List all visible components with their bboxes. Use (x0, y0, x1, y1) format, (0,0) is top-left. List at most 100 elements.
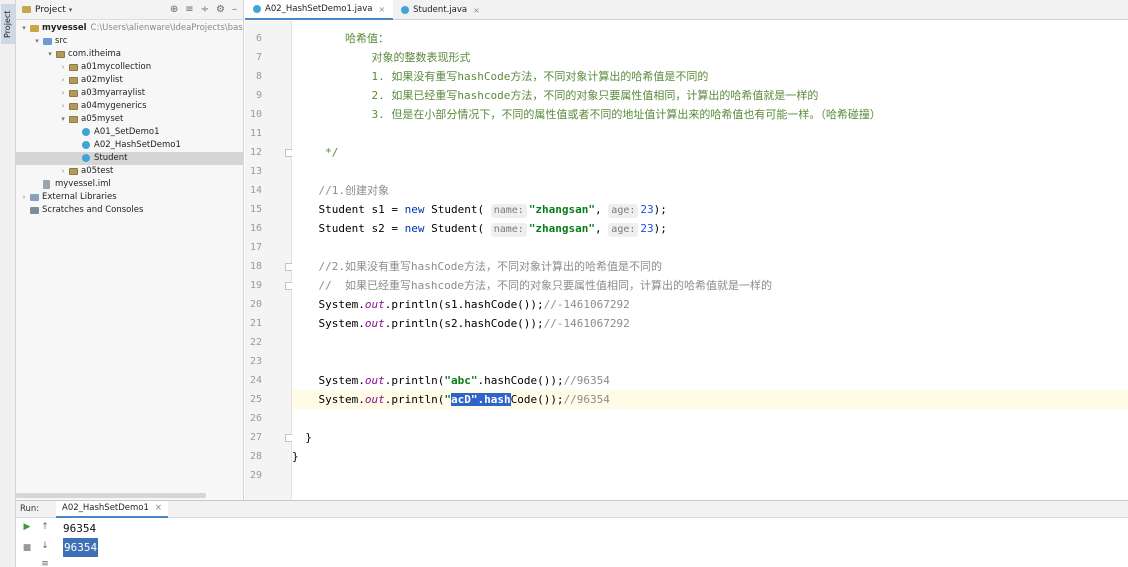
console-line[interactable]: 96354 (63, 538, 99, 557)
run-tab[interactable]: A02_HashSetDemo1 × (56, 500, 169, 518)
tree-item[interactable]: ▾ com.itheima (16, 48, 243, 61)
code-line[interactable]: 对象的整数表现形式 (292, 48, 1128, 67)
tree-item[interactable]: › a04mygenerics (16, 100, 243, 113)
project-panel-title[interactable]: Project (35, 5, 66, 15)
chevron-down-icon[interactable]: ▾ (59, 113, 67, 126)
project-path: C:\Users\alienware\IdeaProjects\basic-co… (90, 23, 243, 33)
chevron-right-icon[interactable]: › (59, 87, 67, 100)
gear-icon[interactable]: ⚙ (216, 4, 225, 15)
hide-icon[interactable]: – (232, 4, 237, 15)
tree-item[interactable]: ▾ myvessel C:\Users\alienware\IdeaProjects… (16, 22, 243, 35)
rerun-icon[interactable]: ▶ (20, 522, 34, 532)
editor-tab[interactable]: A02_HashSetDemo1.java × (245, 0, 394, 20)
chevron-down-icon[interactable]: ▾ (20, 22, 28, 35)
code-line[interactable] (292, 352, 1128, 371)
tree-item-label: myvessel.iml (55, 179, 111, 189)
chevron-down-icon[interactable]: ▾ (69, 6, 73, 14)
chevron-down-icon[interactable]: ▾ (46, 48, 54, 61)
tree-item-label: a01mycollection (81, 62, 152, 72)
code-line[interactable] (292, 409, 1128, 428)
arrow-down-icon[interactable]: ↓ (38, 541, 52, 551)
tree-item-label: A01_SetDemo1 (94, 127, 160, 137)
tree-item[interactable]: Scratches and Consoles (16, 204, 243, 217)
tree-item-label: Scratches and Consoles (42, 205, 144, 215)
code-line[interactable] (292, 124, 1128, 143)
tree-item[interactable]: › a02mylist (16, 74, 243, 87)
chevron-right-icon[interactable]: › (59, 165, 67, 178)
locate-icon[interactable]: ⊕ (170, 4, 178, 15)
code-line[interactable]: System.out.println(s2.hashCode());//-146… (292, 314, 1128, 333)
chevron-right-icon[interactable]: › (20, 191, 28, 204)
line-number: 26 (249, 413, 262, 424)
collapse-all-icon[interactable]: ≡ (185, 4, 193, 15)
editor-gutter: 6 7 8 9 10 11 12 13 14 15 16 17 18 19 20 21 22 23 24 25 26 27… (245, 21, 308, 500)
tree-item[interactable]: ▾ a05myset (16, 113, 243, 126)
line-number: 7 (255, 52, 262, 63)
tree-item[interactable]: ▾ src (16, 35, 243, 48)
tree-item[interactable]: A01_SetDemo1 (16, 126, 243, 139)
close-icon[interactable]: × (378, 5, 385, 14)
file-icon (43, 180, 50, 189)
chevron-right-icon[interactable]: › (59, 74, 67, 87)
code-line[interactable]: System.out.println(s1.hashCode());//-146… (292, 295, 1128, 314)
soft-wrap-icon[interactable]: ≡ (38, 559, 52, 567)
tree-item[interactable]: › External Libraries (16, 191, 243, 204)
code-line[interactable]: 1. 如果没有重写hashCode方法，不同对象计算出的哈希值是不同的 (292, 67, 1128, 86)
tree-item-label: External Libraries (42, 192, 117, 202)
code-line[interactable] (292, 162, 1128, 181)
tree-item[interactable]: A02_HashSetDemo1 (16, 139, 243, 152)
chevron-right-icon[interactable]: › (59, 100, 67, 113)
line-number: 13 (249, 166, 262, 177)
tree-item-label: a02mylist (81, 75, 123, 85)
editor-tab[interactable]: Student.java × (393, 0, 488, 20)
tree-item[interactable]: › a05test (16, 165, 243, 178)
code-line[interactable]: Student s2 = new Student( name: "zhangsan… (292, 219, 1128, 238)
tree-item[interactable]: Student (16, 152, 243, 165)
code-line[interactable] (292, 333, 1128, 352)
tree-item[interactable]: › a03myarraylist (16, 87, 243, 100)
arrow-up-icon[interactable]: ↑ (38, 522, 52, 532)
line-number: 16 (249, 223, 262, 234)
code-line[interactable]: } (292, 428, 1128, 447)
pkg-icon (69, 90, 78, 97)
tree-item[interactable]: myvessel.iml (16, 178, 243, 191)
code-editor[interactable]: 哈希值： 对象的整数表现形式 1. 如果没有重写hashCode方法，不同对象计… (292, 21, 1128, 500)
code-line[interactable] (292, 466, 1128, 485)
console-line[interactable]: 96354 (63, 519, 96, 538)
console-output: 96354 96354 (63, 519, 99, 557)
project-tool-tab[interactable]: Project (1, 4, 15, 44)
code-line[interactable]: //2.如果没有重写hashCode方法，不同对象计算出的哈希值是不同的 (292, 257, 1128, 276)
tree-item-label: com.itheima (68, 49, 122, 59)
pkg-icon (69, 168, 78, 175)
pkg-icon (69, 116, 78, 123)
code-line[interactable]: //1.创建对象 (292, 181, 1128, 200)
code-line[interactable]: */ (292, 143, 1128, 162)
code-line[interactable] (292, 238, 1128, 257)
close-icon[interactable]: × (155, 503, 162, 513)
chevron-right-icon[interactable]: › (59, 61, 67, 74)
tree-item-label: myvessel C:\Users\alienware\IdeaProjects\… (42, 22, 243, 35)
code-line[interactable]: System.out.println("acD".hashCode());//9… (292, 390, 1128, 409)
editor-tab-bar: A02_HashSetDemo1.java × Student.java × (245, 0, 1128, 20)
line-number: 14 (249, 185, 262, 196)
tree-item[interactable]: › a01mycollection (16, 61, 243, 74)
editor-tab-label: Student.java (413, 5, 468, 15)
code-line[interactable]: 2. 如果已经重写hashcode方法，不同的对象只要属性值相同，计算出的哈希值… (292, 86, 1128, 105)
pkg-icon (56, 51, 65, 58)
line-number: 19 (249, 280, 262, 291)
chevron-down-icon[interactable]: ▾ (33, 35, 41, 48)
close-icon[interactable]: × (473, 6, 480, 15)
code-line[interactable]: System.out.println("abc".hashCode());//9… (292, 371, 1128, 390)
line-number: 6 (255, 33, 262, 44)
code-line[interactable]: // 如果已经重写hashcode方法，不同的对象只要属性值相同，计算出的哈希值… (292, 276, 1128, 295)
code-line[interactable]: } (292, 447, 1128, 466)
run-panel-header: Run: A02_HashSetDemo1 × (16, 500, 1128, 518)
stop-icon[interactable]: ■ (20, 543, 34, 553)
run-tab-label: A02_HashSetDemo1 (62, 503, 149, 513)
code-line[interactable]: 3. 但是在小部分情况下，不同的属性值或者不同的地址值计算出来的哈希值也有可能一… (292, 105, 1128, 124)
horizontal-scrollbar[interactable] (16, 493, 206, 498)
expand-all-icon[interactable]: ÷ (201, 4, 209, 15)
code-line[interactable]: Student s1 = new Student( name: "zhangsan… (292, 200, 1128, 219)
line-number: 23 (249, 356, 262, 367)
code-line[interactable]: 哈希值： (292, 29, 1128, 48)
